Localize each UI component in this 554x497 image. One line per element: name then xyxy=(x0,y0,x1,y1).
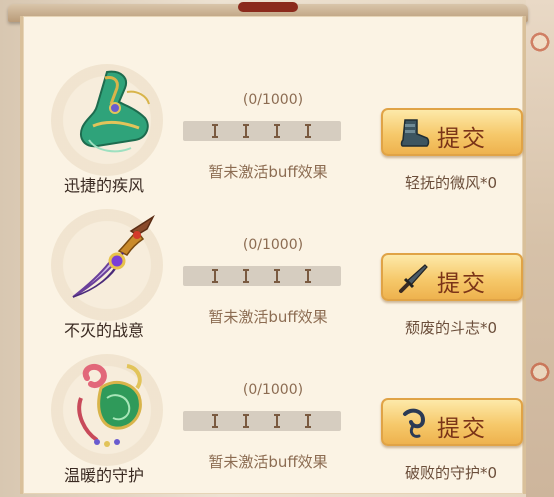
submit-label: 提交 xyxy=(437,126,487,152)
buff-status: 暂未激活buff效果 xyxy=(208,308,328,326)
progress-tick xyxy=(212,414,218,428)
submit-label: 提交 xyxy=(437,416,487,442)
progress-tick xyxy=(243,269,249,283)
purple-dagger-icon xyxy=(72,214,155,298)
progress-tick xyxy=(243,124,249,138)
submit-button[interactable]: 提交 xyxy=(381,108,523,156)
buff-row: 迅捷的疾风 (0/1000) 暂未激活buff效果 提交 轻抚的微风*0 xyxy=(23,46,529,195)
background-edge xyxy=(526,0,554,497)
buff-row: 不灭的战意 (0/1000) 暂未激活buff效果 提交 颓废的斗志*0 xyxy=(23,191,529,340)
requirement-text: 破败的守护*0 xyxy=(404,464,498,482)
progress-text: (0/1000) xyxy=(242,237,304,253)
submit-label: 提交 xyxy=(437,271,487,297)
progress-tick xyxy=(305,124,311,138)
progress-bar xyxy=(183,411,341,431)
item-name: 温暖的守护 xyxy=(63,466,144,485)
progress-tick xyxy=(305,414,311,428)
buff-row: 温暖的守护 (0/1000) 暂未激活buff效果 提交 破败的守护*0 xyxy=(23,336,529,485)
progress-tick xyxy=(243,414,249,428)
progress-tick xyxy=(274,414,280,428)
buff-submit-panel: 迅捷的疾风 (0/1000) 暂未激活buff效果 提交 轻抚的微风*0 不灭的… xyxy=(20,16,526,494)
progress-text: (0/1000) xyxy=(242,92,304,108)
jade-boot-icon xyxy=(79,70,150,153)
progress-tick xyxy=(305,269,311,283)
jade-amulet-icon xyxy=(77,363,142,447)
requirement-text: 颓废的斗志*0 xyxy=(404,319,498,337)
buff-status: 暂未激活buff效果 xyxy=(208,453,328,471)
progress-text: (0/1000) xyxy=(242,382,304,398)
submit-button[interactable]: 提交 xyxy=(381,253,523,301)
progress-tick xyxy=(274,124,280,138)
progress-bar xyxy=(183,121,341,141)
boot-icon xyxy=(400,119,430,147)
sword-icon xyxy=(399,264,428,293)
ornament-icon xyxy=(528,30,552,54)
progress-tick xyxy=(212,124,218,138)
ornament-icon xyxy=(528,360,552,384)
requirement-text: 轻抚的微风*0 xyxy=(404,174,498,192)
buff-status: 暂未激活buff效果 xyxy=(208,163,328,181)
submit-button[interactable]: 提交 xyxy=(381,398,523,446)
progress-tick xyxy=(212,269,218,283)
progress-bar xyxy=(183,266,341,286)
progress-tick xyxy=(274,269,280,283)
hook-icon xyxy=(403,408,426,438)
scroll-knob xyxy=(238,2,298,12)
